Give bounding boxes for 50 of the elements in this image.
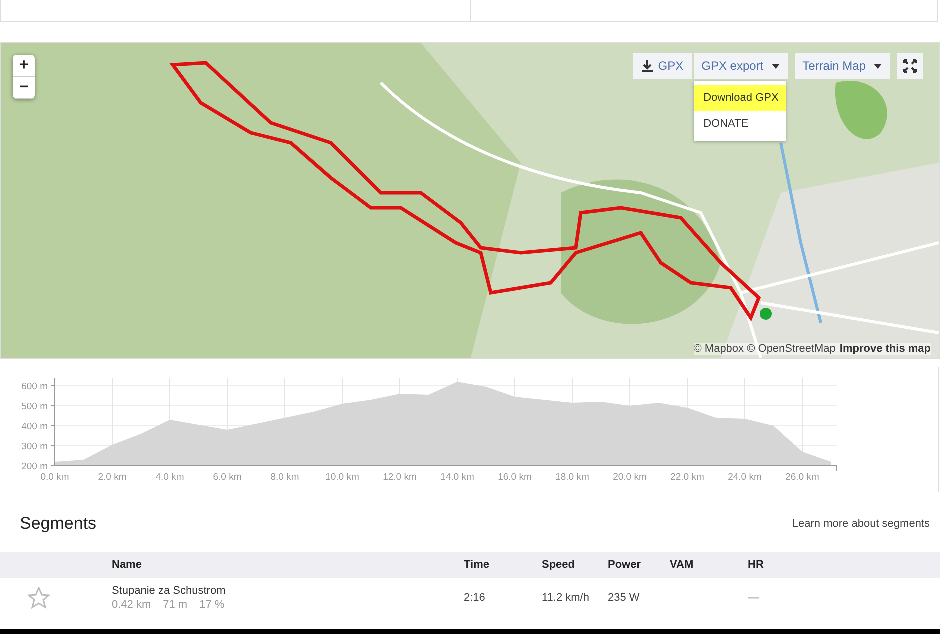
x-tick-label: 18.0 km xyxy=(556,472,590,483)
y-tick-label: 300 m xyxy=(22,442,48,452)
x-tick-label: 6.0 km xyxy=(213,472,242,483)
y-tick-label: 400 m xyxy=(22,422,48,432)
column-header: Time xyxy=(464,559,490,571)
x-tick-label: 4.0 km xyxy=(156,472,184,483)
menu-item[interactable]: Download GPX xyxy=(694,85,786,111)
table-cell-text: — xyxy=(748,592,760,604)
y-tick-label: 500 m xyxy=(22,402,48,412)
section-title: Segments xyxy=(20,514,97,534)
column-header: Power xyxy=(608,559,642,571)
caret-icon xyxy=(874,64,882,68)
x-tick-label: 8.0 km xyxy=(270,472,300,483)
zoom-out-button[interactable]: − xyxy=(13,77,35,99)
attribution-text: © Mapbox © OpenStreetMap xyxy=(694,343,836,355)
gpx-export-button[interactable]: GPX export xyxy=(694,53,788,79)
caret-icon xyxy=(772,64,780,68)
download-icon xyxy=(641,60,654,72)
x-tick-label: 10.0 km xyxy=(326,472,360,483)
y-tick-label: 600 m xyxy=(22,382,48,392)
segment-name[interactable]: Stupanie za Schustrom xyxy=(112,585,464,597)
column-header: VAM xyxy=(670,559,695,571)
star-icon[interactable] xyxy=(28,587,50,609)
learn-more-link[interactable]: Learn more about segments xyxy=(792,518,930,530)
map-style-button[interactable]: Terrain Map xyxy=(794,53,890,79)
column-header: Speed xyxy=(542,559,576,571)
gpx-download-button[interactable]: GPX xyxy=(633,53,692,79)
x-tick-label: 26.0 km xyxy=(786,472,820,483)
zoom-in-button[interactable]: + xyxy=(13,55,35,77)
x-tick-label: 16.0 km xyxy=(498,472,532,483)
table-cell-text: 235 W xyxy=(608,592,641,604)
segment-grade: 17 % xyxy=(200,599,225,611)
column-header: HR xyxy=(748,559,765,571)
segment-distance: 0.42 km xyxy=(112,599,152,611)
y-tick-label: 200 m xyxy=(22,462,48,472)
x-tick-label: 14.0 km xyxy=(440,472,474,483)
x-tick-label: 20.0 km xyxy=(613,472,647,483)
x-tick-label: 0.0 km xyxy=(40,472,70,483)
fullscreen-icon xyxy=(903,59,917,73)
improve-map-link[interactable]: Improve this map xyxy=(840,343,931,355)
segment-elevation: 71 m xyxy=(163,599,188,611)
x-tick-label: 12.0 km xyxy=(383,472,417,483)
x-tick-label: 24.0 km xyxy=(728,472,762,483)
menu-item[interactable]: DONATE xyxy=(694,111,786,137)
fullscreen-button[interactable] xyxy=(897,53,923,79)
column-header: Name xyxy=(112,559,143,571)
table-cell-text: 11.2 km/h xyxy=(542,592,590,604)
table-cell-text: 2:16 xyxy=(464,592,486,604)
x-tick-label: 22.0 km xyxy=(670,472,704,483)
x-tick-label: 2.0 km xyxy=(98,472,127,483)
